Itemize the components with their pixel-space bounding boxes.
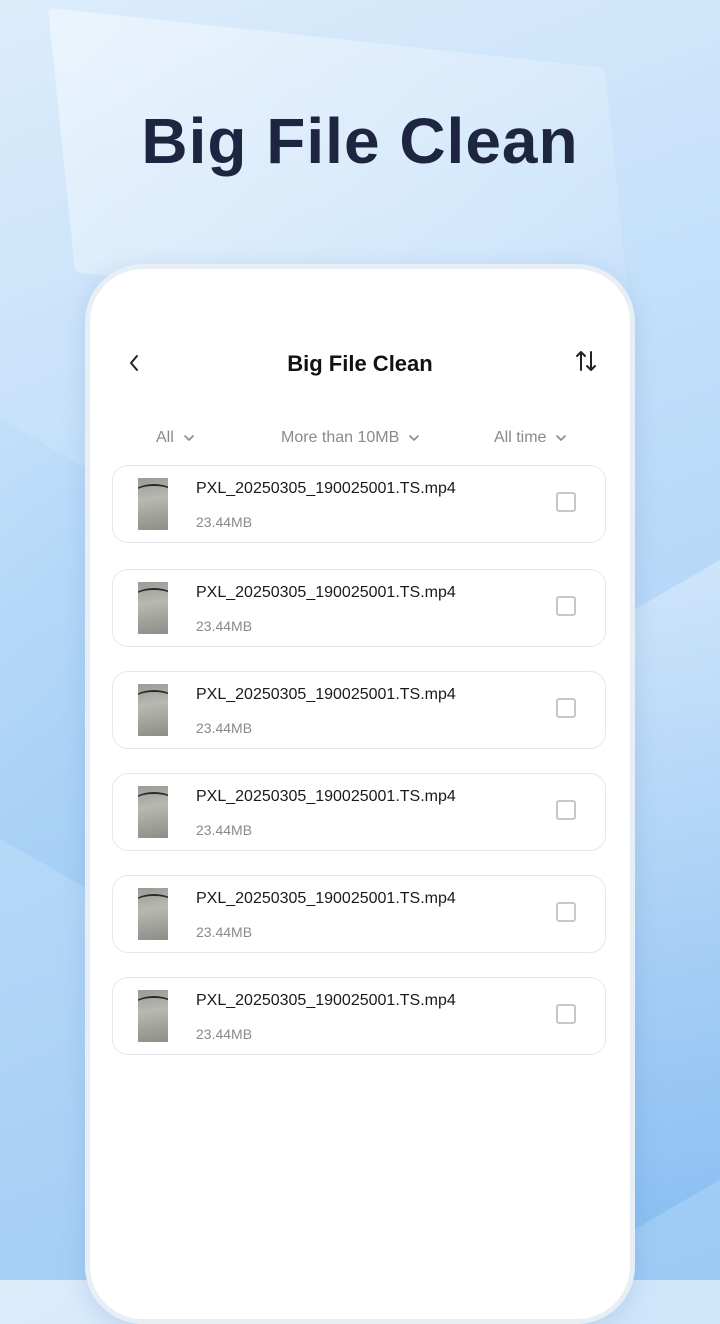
promo-headline: Big File Clean	[141, 105, 579, 177]
file-name: PXL_20250305_190025001.TS.mp4	[196, 480, 456, 497]
page-title: Big File Clean	[287, 351, 433, 376]
chevron-down-icon	[409, 434, 420, 442]
filter-label: All	[156, 429, 174, 446]
select-checkbox[interactable]	[556, 902, 576, 922]
file-size: 23.44MB	[196, 1026, 253, 1042]
filter-label: More than 10MB	[281, 429, 400, 446]
filter-bar: All More than 10MB All time	[90, 421, 630, 455]
list-item[interactable]: PXL_20250305_190025001.TS.mp4 23.44MB	[112, 671, 606, 749]
file-name: PXL_20250305_190025001.TS.mp4	[196, 686, 456, 703]
list-item[interactable]: PXL_20250305_190025001.TS.mp4 23.44MB	[112, 569, 606, 647]
file-name: PXL_20250305_190025001.TS.mp4	[196, 584, 456, 601]
video-thumbnail	[138, 888, 168, 940]
sort-button[interactable]	[568, 345, 604, 381]
list-item[interactable]: PXL_20250305_190025001.TS.mp4 23.44MB	[112, 977, 606, 1055]
chevron-down-icon	[183, 434, 194, 442]
list-item[interactable]: PXL_20250305_190025001.TS.mp4 23.44MB	[112, 875, 606, 953]
file-name: PXL_20250305_190025001.TS.mp4	[196, 992, 456, 1009]
file-size: 23.44MB	[196, 924, 253, 940]
chevron-down-icon	[556, 434, 567, 442]
select-checkbox[interactable]	[556, 800, 576, 820]
video-thumbnail	[138, 990, 168, 1042]
video-thumbnail	[138, 684, 168, 736]
select-checkbox[interactable]	[556, 698, 576, 718]
file-name: PXL_20250305_190025001.TS.mp4	[196, 890, 456, 907]
video-thumbnail	[138, 786, 168, 838]
file-size: 23.44MB	[196, 514, 253, 530]
sort-arrows-icon	[575, 349, 597, 378]
list-item[interactable]: PXL_20250305_190025001.TS.mp4 23.44MB	[112, 465, 606, 543]
video-thumbnail	[138, 582, 168, 634]
phone-frame: Big File Clean All More than 10MB All ti	[85, 264, 635, 1324]
filter-time-dropdown[interactable]: All time	[494, 421, 567, 455]
app-header: Big File Clean	[90, 341, 630, 389]
video-thumbnail	[138, 478, 168, 530]
filter-type-dropdown[interactable]: All	[156, 421, 194, 455]
list-item[interactable]: PXL_20250305_190025001.TS.mp4 23.44MB	[112, 773, 606, 851]
background-glass-shape	[620, 502, 720, 1238]
file-size: 23.44MB	[196, 618, 253, 634]
select-checkbox[interactable]	[556, 1004, 576, 1024]
file-size: 23.44MB	[196, 822, 253, 838]
filter-label: All time	[494, 429, 547, 446]
filter-size-dropdown[interactable]: More than 10MB	[281, 421, 420, 455]
file-size: 23.44MB	[196, 720, 253, 736]
select-checkbox[interactable]	[556, 596, 576, 616]
select-checkbox[interactable]	[556, 492, 576, 512]
file-name: PXL_20250305_190025001.TS.mp4	[196, 788, 456, 805]
